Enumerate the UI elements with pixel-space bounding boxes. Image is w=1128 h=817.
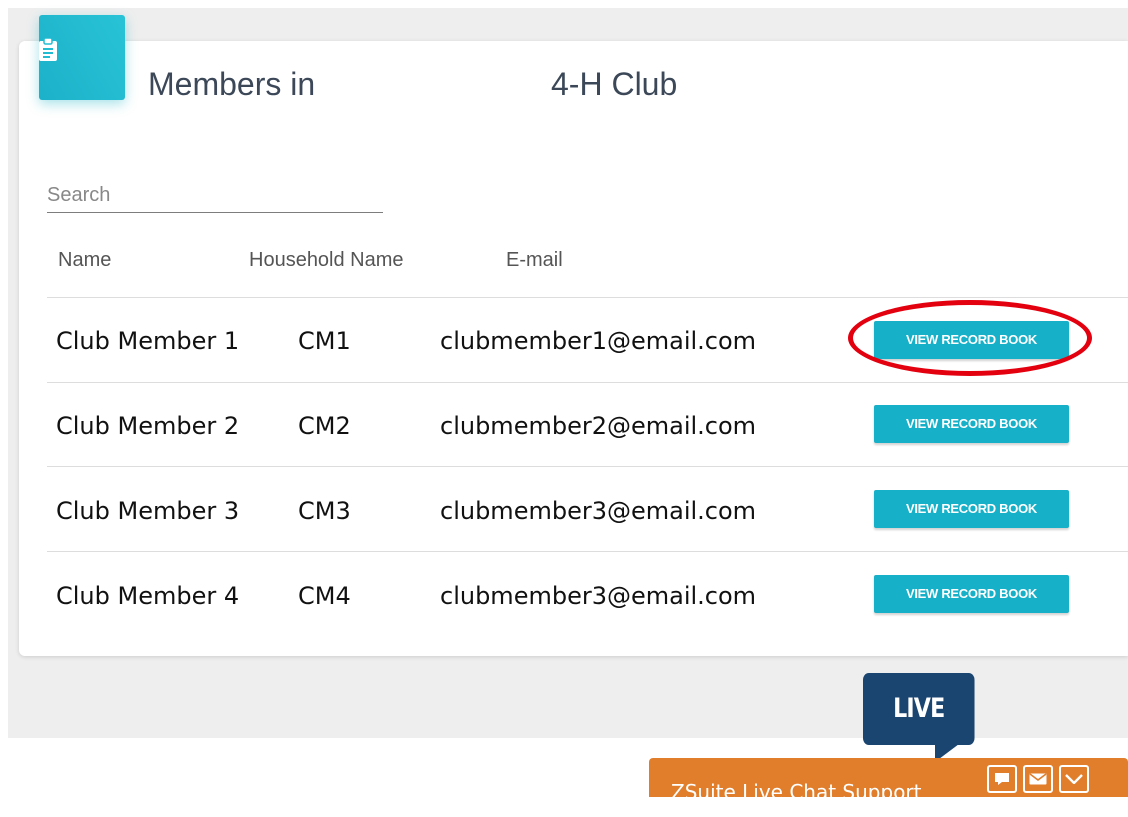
column-header-email[interactable]: E-mail (506, 249, 563, 272)
member-email: clubmember3@email.com (440, 582, 757, 610)
member-household: CM1 (298, 327, 351, 355)
row-divider (47, 382, 1128, 383)
member-name: Club Member 2 (56, 412, 240, 440)
live-chat-bar[interactable]: ZSuite Live Chat Support (649, 758, 1128, 804)
view-record-book-button[interactable]: VIEW RECORD BOOK (874, 321, 1069, 359)
member-email: clubmember2@email.com (440, 412, 757, 440)
row-divider (47, 551, 1128, 552)
column-header-name[interactable]: Name (58, 249, 111, 272)
row-divider (47, 297, 1128, 298)
chat-bubble-icon[interactable] (987, 765, 1017, 793)
card-header-icon-box (39, 15, 125, 100)
club-name: 4-H Club (551, 66, 678, 102)
live-chat-badge[interactable]: LIVE CHAT (863, 673, 975, 796)
envelope-icon[interactable] (1023, 765, 1053, 793)
member-name: Club Member 3 (56, 497, 240, 525)
view-record-book-button[interactable]: VIEW RECORD BOOK (874, 575, 1069, 613)
live-chat-bar-label: ZSuite Live Chat Support (671, 780, 922, 804)
member-household: CM4 (298, 582, 351, 610)
member-name: Club Member 4 (56, 582, 240, 610)
member-name: Club Member 1 (56, 327, 240, 355)
column-header-household[interactable]: Household Name (249, 249, 404, 272)
chevron-down-icon[interactable] (1059, 765, 1089, 793)
view-record-book-button[interactable]: VIEW RECORD BOOK (874, 490, 1069, 528)
member-email: clubmember1@email.com (440, 327, 757, 355)
member-household: CM2 (298, 412, 351, 440)
row-divider (47, 466, 1128, 467)
page-title: Members in (148, 66, 316, 102)
search-input[interactable] (47, 178, 383, 213)
member-email: clubmember3@email.com (440, 497, 757, 525)
member-household: CM3 (298, 497, 351, 525)
view-record-book-button[interactable]: VIEW RECORD BOOK (874, 405, 1069, 443)
